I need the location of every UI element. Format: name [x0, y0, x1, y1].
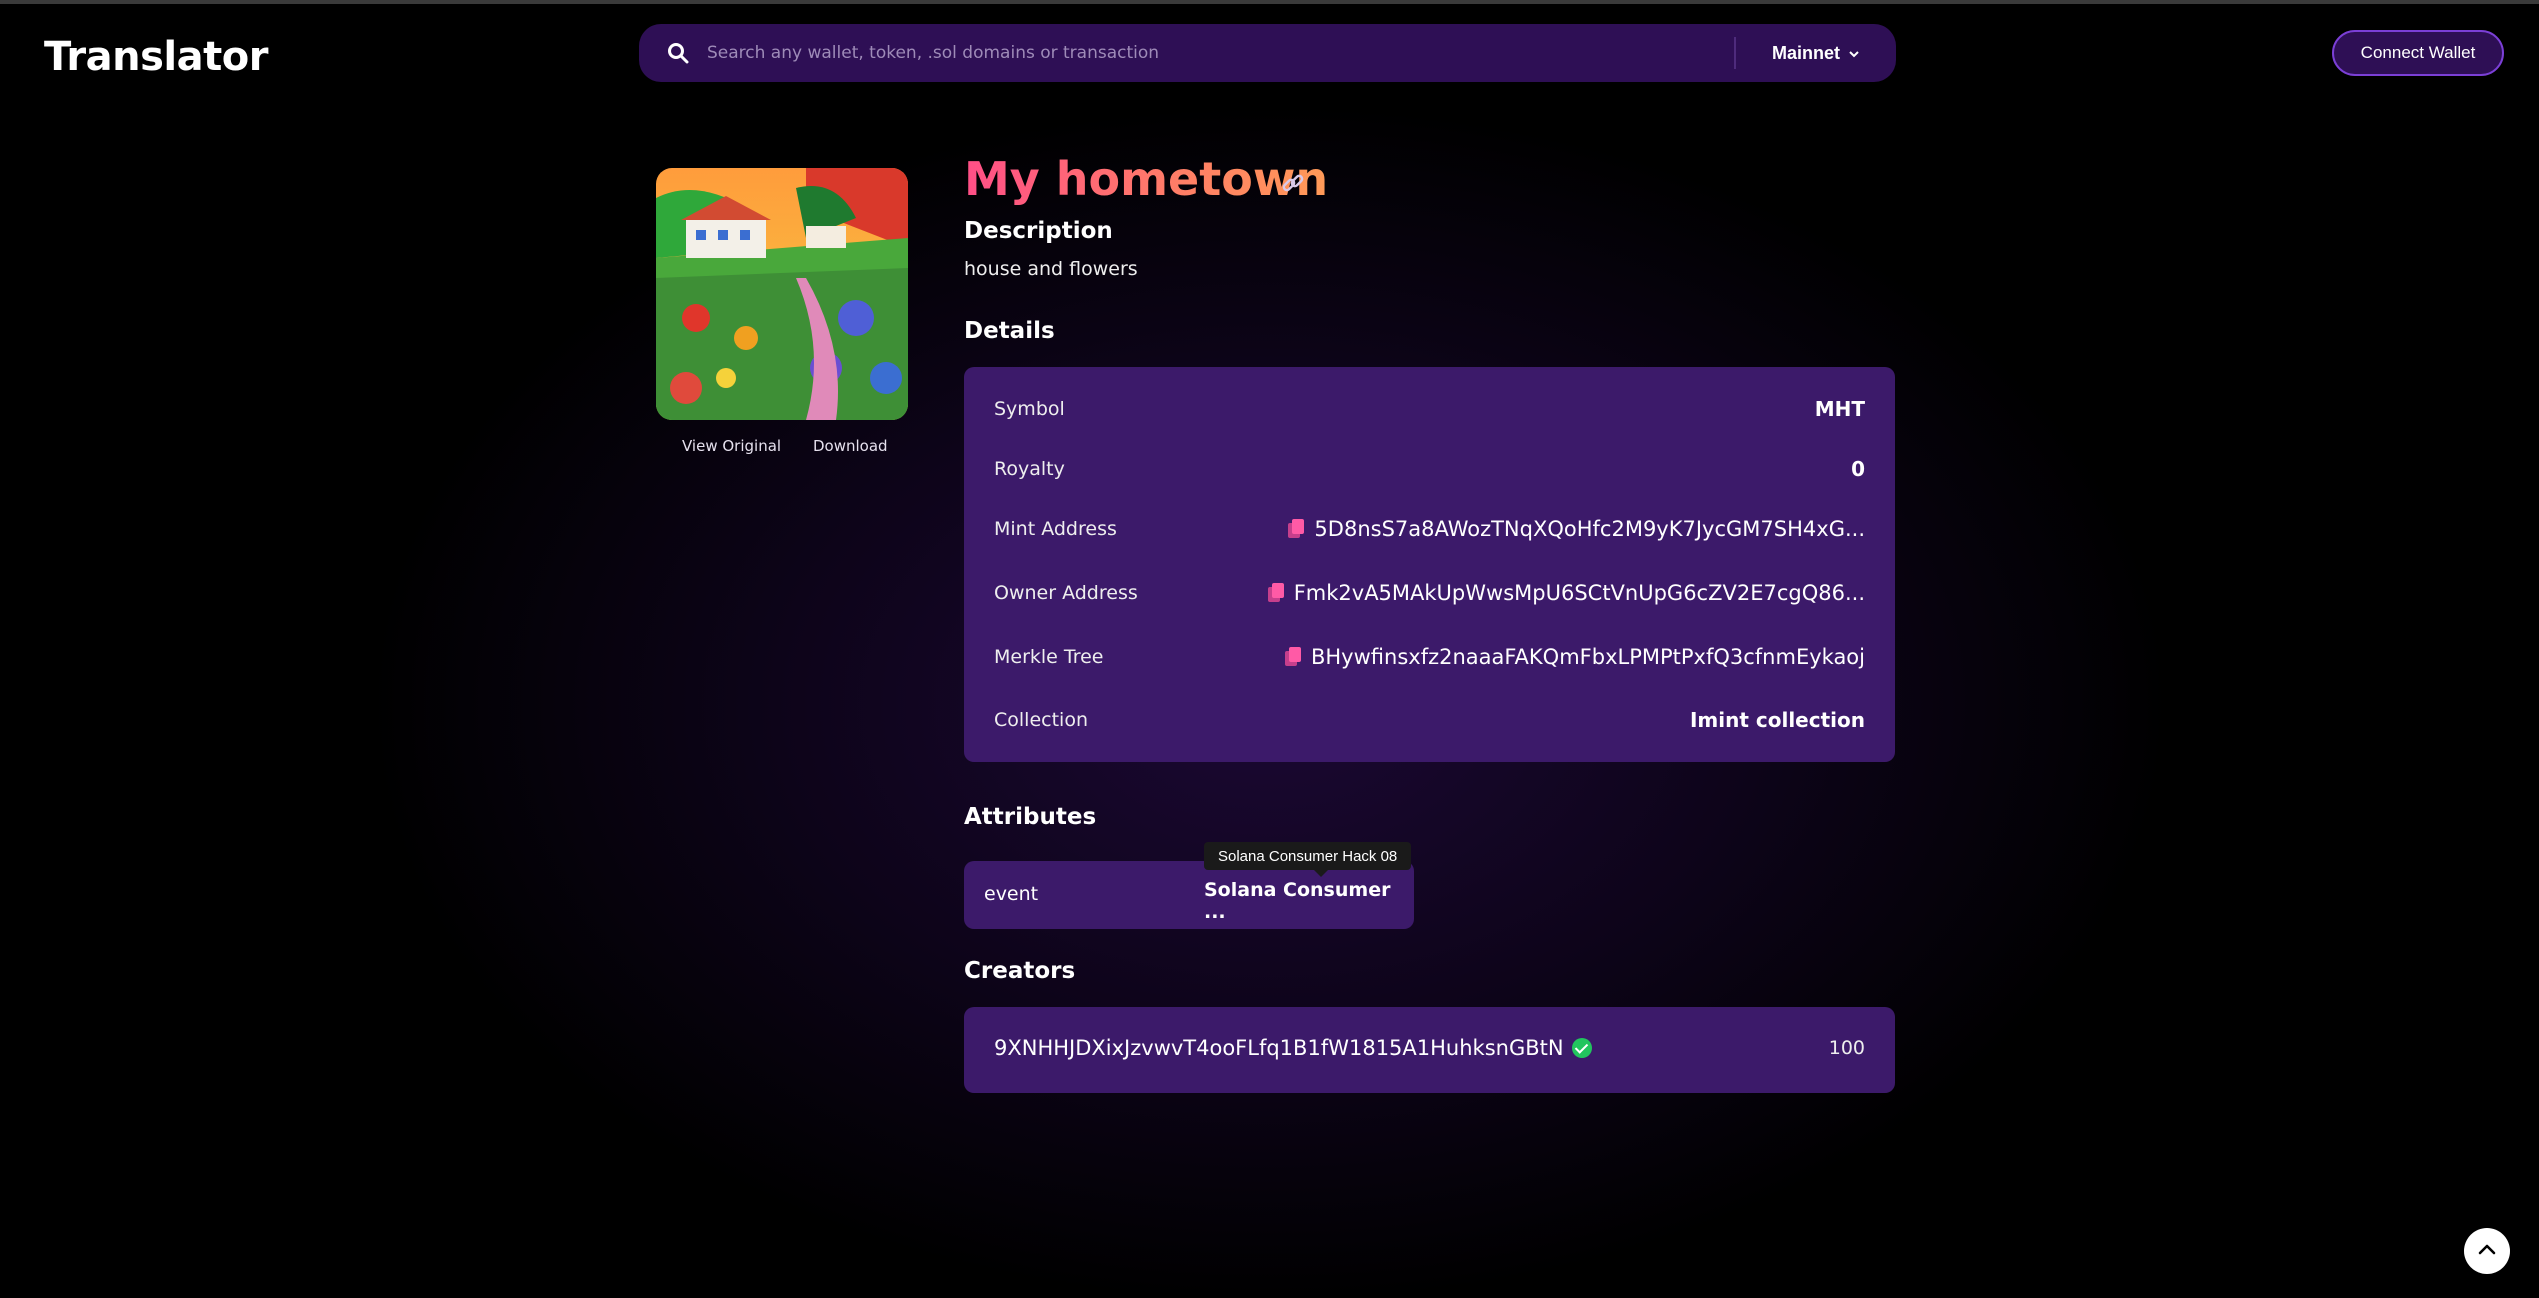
nft-image[interactable]	[656, 168, 908, 420]
detail-row-owner-address: Owner Address Fmk2vA5MAkUpWwsMpU6SCtVnUp…	[994, 573, 1865, 613]
creator-address: 9XNHHJDXixJzvwvT4ooFLfq1B1fW1815A1Huhksn…	[994, 1036, 1592, 1060]
detail-label: Collection	[994, 709, 1088, 731]
detail-row-collection: Collection Imint collection	[994, 700, 1865, 740]
detail-value: MHT	[1814, 397, 1865, 421]
nft-title: My hometown	[964, 152, 1329, 206]
network-selector[interactable]: Mainnet	[1736, 43, 1896, 64]
copy-icon[interactable]	[1267, 583, 1284, 603]
detail-row-merkle-tree: Merkle Tree BHywfinsxfz2naaaFAKQmFbxLPMP…	[994, 637, 1865, 677]
owner-address-value: Fmk2vA5MAkUpWwsMpU6SCtVnUpG6cZV2E7cgQ86.…	[1267, 581, 1865, 605]
attribute-key: event	[984, 883, 1039, 905]
search-icon	[667, 42, 689, 64]
chevron-down-icon	[1848, 43, 1860, 64]
detail-value: 0	[1851, 457, 1865, 481]
chevron-up-icon	[2477, 1242, 2497, 1261]
creators-heading: Creators	[964, 958, 1076, 984]
network-label: Mainnet	[1771, 42, 1840, 63]
creator-address-text[interactable]: 9XNHHJDXixJzvwvT4ooFLfq1B1fW1815A1Huhksn…	[994, 1036, 1564, 1060]
search-input[interactable]	[707, 43, 1734, 63]
owner-address-text[interactable]: Fmk2vA5MAkUpWwsMpU6SCtVnUpG6cZV2E7cgQ86.…	[1294, 581, 1865, 605]
detail-row-symbol: Symbol MHT	[994, 389, 1865, 429]
collection-link[interactable]: Imint collection	[1690, 708, 1865, 732]
attribute-value[interactable]: Solana Consumer ...	[1204, 879, 1414, 923]
mint-address-value: 5D8nsS7a8AWozTNqXQoHfc2M9yK7JycGM7SH4xG.…	[1288, 517, 1865, 541]
connect-wallet-button[interactable]: Connect Wallet	[2332, 30, 2504, 76]
search-bar: Mainnet	[639, 24, 1896, 82]
detail-label: Royalty	[994, 458, 1065, 480]
details-heading: Details	[964, 318, 1055, 344]
attribute-card: event Solana Consumer ...	[964, 861, 1414, 929]
verified-icon	[1571, 1038, 1592, 1058]
creator-card: 9XNHHJDXixJzvwvT4ooFLfq1B1fW1815A1Huhksn…	[964, 1007, 1895, 1093]
attributes-heading: Attributes	[964, 804, 1097, 830]
mint-address-text[interactable]: 5D8nsS7a8AWozTNqXQoHfc2M9yK7JycGM7SH4xG.…	[1314, 517, 1865, 541]
detail-label: Mint Address	[994, 518, 1117, 540]
merkle-tree-text[interactable]: BHywfinsxfz2naaaFAKQmFbxLPMPtPxfQ3cfnmEy…	[1311, 645, 1865, 669]
description-text: house and flowers	[964, 258, 1138, 280]
app-logo[interactable]: Translator	[44, 34, 268, 80]
view-original-link[interactable]: View Original	[682, 437, 781, 455]
merkle-tree-value: BHywfinsxfz2naaaFAKQmFbxLPMPtPxfQ3cfnmEy…	[1284, 645, 1865, 669]
detail-row-royalty: Royalty 0	[994, 449, 1865, 489]
details-card: Symbol MHT Royalty 0 Mint Address 5D8nsS…	[964, 367, 1895, 762]
copy-icon[interactable]	[1284, 647, 1301, 667]
detail-label: Symbol	[994, 398, 1065, 420]
detail-row-mint-address: Mint Address 5D8nsS7a8AWozTNqXQoHfc2M9yK…	[994, 509, 1865, 549]
creator-share: 100	[1828, 1037, 1865, 1059]
link-icon[interactable]	[1280, 171, 1306, 197]
detail-label: Owner Address	[994, 582, 1138, 604]
detail-label: Merkle Tree	[994, 646, 1104, 668]
attribute-tooltip: Solana Consumer Hack 08	[1204, 842, 1412, 877]
scroll-top-button[interactable]	[2464, 1228, 2510, 1274]
copy-icon[interactable]	[1288, 519, 1305, 539]
download-link[interactable]: Download	[813, 437, 888, 455]
description-heading: Description	[964, 218, 1113, 244]
